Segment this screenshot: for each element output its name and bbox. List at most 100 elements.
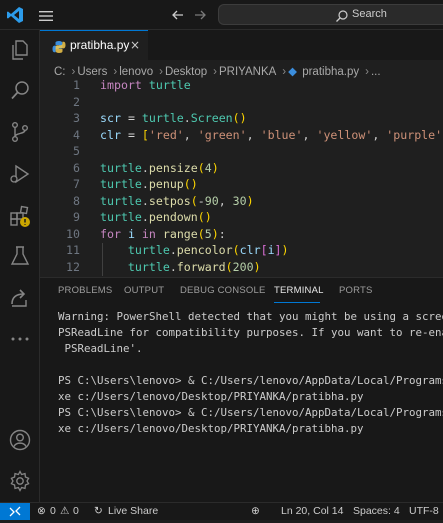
error-icon[interactable]: ⊗ [37,505,46,517]
breadcrumb-item-desktop[interactable]: Desktop [165,66,207,78]
breadcrumb-item-priyanka[interactable]: PRIYANKA [219,66,276,78]
terminal-line: PS C:\Users\lenovo> & C:/Users/lenovo/Ap… [58,374,443,387]
code-editor[interactable]: 1 import turtle 2 3 scr = turtle.Screen() … [40,78,443,277]
code-text: turtle.pencolor(clr[i]) [127,243,289,257]
status-bar: ⊗ 0 ⚠ 0 ↻ Live Share ⊕ Ln 20, Col 14 Spa… [0,502,443,520]
tab-pratibha-py[interactable]: pratibha.py × [40,30,148,60]
tab-problems[interactable]: PROBLEMS [58,285,112,296]
code-text: turtle.setpos(-90, 30) [100,193,254,208]
code-line: 2 [40,95,443,112]
chevron-right-icon: › [159,66,163,78]
code-line: 11 turtle.pencolor(clr[i]) [40,243,443,260]
code-line: 12 turtle.forward(200) [40,259,443,276]
line-number: 12 [66,259,80,274]
code-line: 1 import turtle [40,78,443,95]
activity-bar [0,30,40,502]
warning-count[interactable]: 0 [73,505,79,517]
live-share-icon[interactable] [8,286,32,310]
code-text: turtle.penup() [100,177,198,191]
editor-area: pratibha.py × C: › Users › lenovo › Desktop › PR… [40,30,443,277]
line-number: 11 [66,243,80,257]
code-line: 7 turtle.penup() [40,177,443,194]
command-search-input[interactable]: Search [218,4,443,25]
warning-icon[interactable]: ⚠ [60,505,69,517]
code-text: turtle.pensize(4) [100,160,219,175]
encoding[interactable]: UTF-8 [409,505,439,517]
error-count[interactable]: 0 [50,505,56,517]
line-number: 8 [73,193,80,208]
terminal-line: PSReadLine'. [58,342,143,355]
extensions-icon[interactable] [8,204,32,228]
code-text: turtle.pendown() [100,210,212,224]
tab-label: pratibha.py [70,38,130,52]
terminal-line: PSReadLine for compatibility purposes. I… [58,326,443,339]
line-number: 10 [66,226,80,241]
code-text: clr = ['red', 'green', 'blue', 'yellow',… [100,127,443,142]
editor-tab-bar: pratibha.py × [40,30,443,60]
close-icon[interactable]: × [130,38,140,52]
code-line: 4 clr = ['red', 'green', 'blue', 'yellow'… [40,128,443,145]
chevron-right-icon: › [71,66,76,78]
live-share-label[interactable]: Live Share [108,505,158,517]
breadcrumb-item-lenovo[interactable]: lenovo [119,66,153,78]
more-icon[interactable] [8,327,32,351]
code-line: 10 for i in range(5): [40,227,443,244]
code-line: 6 turtle.pensize(4) [40,161,443,178]
chevron-right-icon: › [113,66,118,78]
source-control-icon[interactable] [8,120,32,144]
line-number: 7 [73,177,80,191]
chevron-right-icon: › [282,66,287,78]
tab-terminal[interactable]: TERMINAL [274,285,324,296]
settings-gear-icon[interactable] [8,469,32,493]
search-placeholder: Search [352,8,387,20]
remote-indicator-button[interactable] [0,503,30,520]
python-file-icon [52,39,66,53]
explorer-icon[interactable] [8,38,32,62]
line-number: 9 [73,210,80,224]
code-text: scr = turtle.Screen() [100,111,247,125]
code-line: 3 scr = turtle.Screen() [40,111,443,128]
code-line: 5 [40,144,443,161]
tab-output[interactable]: OUTPUT [124,285,164,296]
run-debug-icon[interactable] [8,162,32,186]
active-tab-indicator [274,302,320,303]
terminal-line: PS C:\Users\lenovo> & C:/Users/lenovo/Ap… [58,406,443,419]
line-number: 6 [73,160,80,175]
testing-icon[interactable] [8,244,32,268]
breadcrumb-item-users[interactable]: Users [77,66,107,78]
remote-icon [9,506,21,517]
cursor-position[interactable]: Ln 20, Col 14 [281,505,343,517]
arrow-right-icon[interactable] [192,7,208,23]
line-number: 3 [73,111,80,125]
live-share-icon[interactable]: ↻ [94,505,103,517]
line-number: 1 [73,78,80,92]
terminal-line: xe c:/Users/lenovo/Desktop/PRIYANKA/prat… [58,422,364,435]
bottom-panel: PROBLEMS OUTPUT DEBUG CONSOLE TERMINAL P… [40,277,443,502]
title-bar: Search [0,0,443,30]
account-icon[interactable] [8,428,32,452]
code-text: turtle.forward(200) [127,259,261,274]
arrow-left-icon[interactable] [170,7,186,23]
zoom-icon[interactable]: ⊕ [251,505,260,517]
search-icon[interactable] [8,79,32,103]
breadcrumb-item-file[interactable]: pratibha.py [302,66,359,78]
breadcrumb-item-drive[interactable]: C: [54,66,66,78]
code-text: for i in range(5): [100,226,226,241]
vscode-logo-icon[interactable] [6,6,24,24]
code-line: 8 turtle.setpos(-90, 30) [40,194,443,211]
tab-ports[interactable]: PORTS [339,285,373,296]
terminal-output[interactable]: Warning: PowerShell detected that you mi… [58,310,443,438]
python-file-icon: ◆ [288,66,297,78]
chevron-right-icon: › [365,66,369,78]
search-icon [335,8,349,22]
menu-icon[interactable] [38,8,54,22]
code-line: 9 turtle.pendown() [40,210,443,227]
indentation[interactable]: Spaces: 4 [353,505,400,517]
line-number: 4 [73,127,80,142]
breadcrumb-item-more[interactable]: ... [371,66,381,78]
code-text: import turtle [100,78,191,92]
line-number: 2 [73,94,80,109]
tab-debug-console[interactable]: DEBUG CONSOLE [180,285,265,296]
line-number: 5 [73,144,80,158]
terminal-line: Warning: PowerShell detected that you mi… [58,310,443,323]
